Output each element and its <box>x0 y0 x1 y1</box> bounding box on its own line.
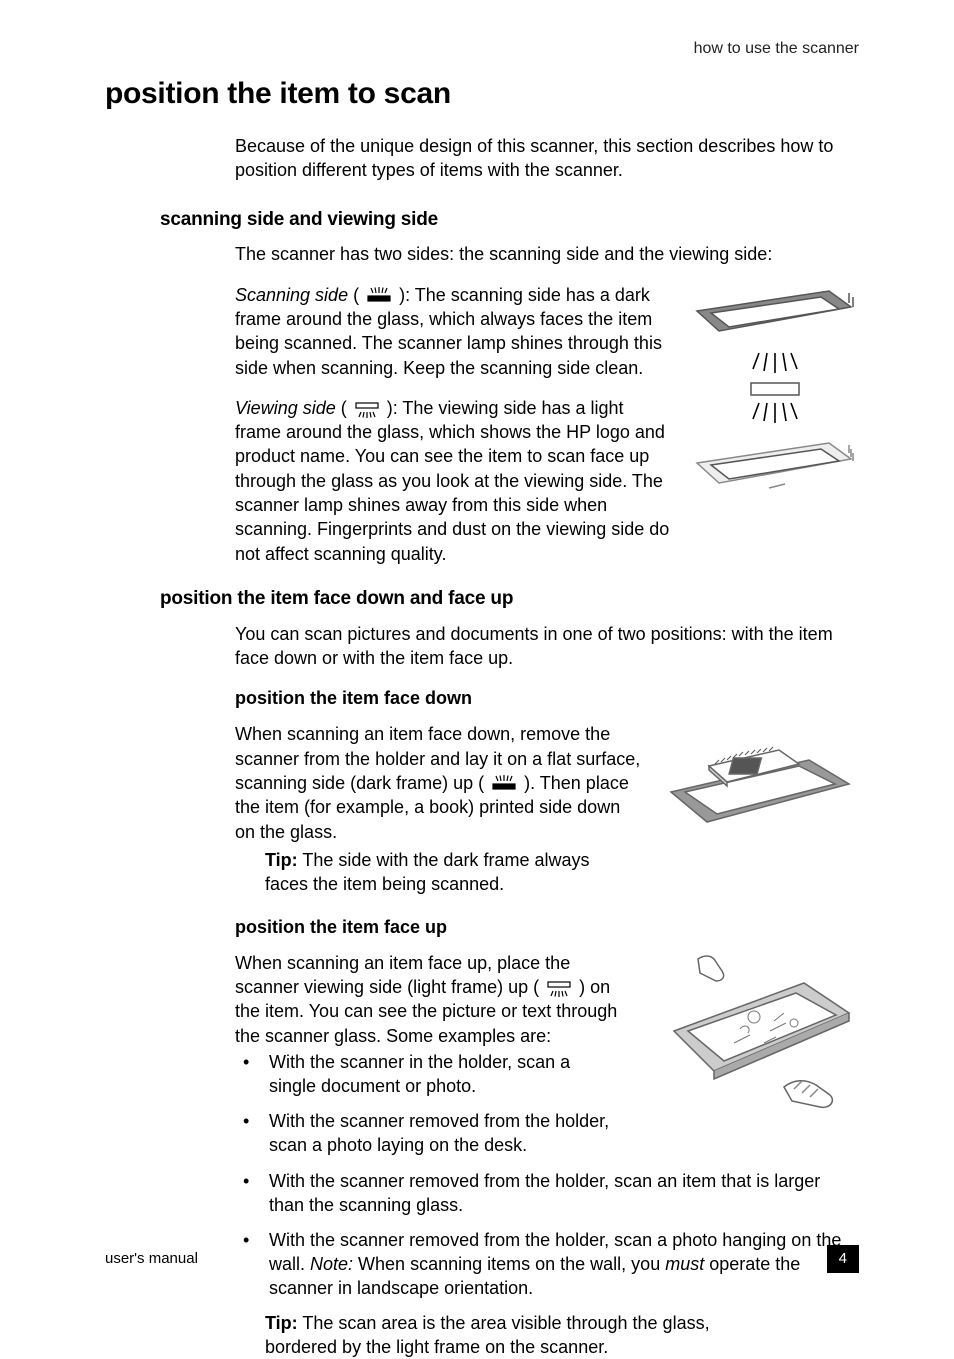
subheading-face-up: position the item face up <box>235 915 859 939</box>
intro-paragraph: Because of the unique design of this sca… <box>235 134 859 183</box>
face-up-examples-list-cont: With the scanner removed from the holder… <box>235 1169 859 1300</box>
figure-face-up <box>644 951 859 1126</box>
subheading-face-down: position the item face down <box>235 686 859 710</box>
paren-open2: ( <box>336 398 352 418</box>
figure-scanner-sides <box>689 283 859 503</box>
paren-open: ( <box>348 285 364 305</box>
face-down-text: When scanning an item face down, remove … <box>235 722 641 843</box>
list-item: With the scanner removed from the holder… <box>235 1169 859 1218</box>
tip-label: Tip: <box>265 1313 298 1333</box>
tip-label: Tip: <box>265 850 298 870</box>
face-up-examples-list: With the scanner in the holder, scan a s… <box>235 1050 626 1157</box>
scanning-side-paragraph: Scanning side ( ): The scanning side has… <box>235 283 671 380</box>
section-heading-sides: scanning side and viewing side <box>160 207 859 233</box>
viewing-side-icon <box>352 400 382 418</box>
tip-face-down: Tip: The side with the dark frame always… <box>265 848 610 897</box>
face-up-text: When scanning an item face up, place the… <box>235 951 626 1048</box>
viewing-side-text: The viewing side has a light frame aroun… <box>235 398 669 564</box>
footer-left: user's manual <box>105 1249 198 1269</box>
paren-close: ): <box>394 285 415 305</box>
tip-face-up: Tip: The scan area is the area visible t… <box>265 1311 785 1359</box>
section1-lead: The scanner has two sides: the scanning … <box>235 242 859 266</box>
page-number: 4 <box>827 1245 859 1273</box>
section2-lead: You can scan pictures and documents in o… <box>235 622 859 671</box>
viewing-side-icon <box>544 979 574 997</box>
figure-face-down <box>659 722 859 842</box>
face-up-text-a: When scanning an item face up, place the… <box>235 953 570 997</box>
viewing-side-label: Viewing side <box>235 398 336 418</box>
list-item: With the scanner in the holder, scan a s… <box>235 1050 615 1099</box>
list-item: With the scanner removed from the holder… <box>235 1109 615 1158</box>
chapter-header: how to use the scanner <box>105 38 859 60</box>
scanning-side-label: Scanning side <box>235 285 348 305</box>
paren-close2: ): <box>382 398 403 418</box>
page-title: position the item to scan <box>105 74 859 115</box>
section-heading-position: position the item face down and face up <box>160 586 859 612</box>
tip-text: The side with the dark frame always face… <box>265 850 589 894</box>
tip-text: The scan area is the area visible throug… <box>265 1313 710 1357</box>
scanning-side-icon <box>489 775 519 793</box>
viewing-side-paragraph: Viewing side ( ): The viewing side has a… <box>235 396 671 566</box>
scanning-side-icon <box>364 287 394 305</box>
